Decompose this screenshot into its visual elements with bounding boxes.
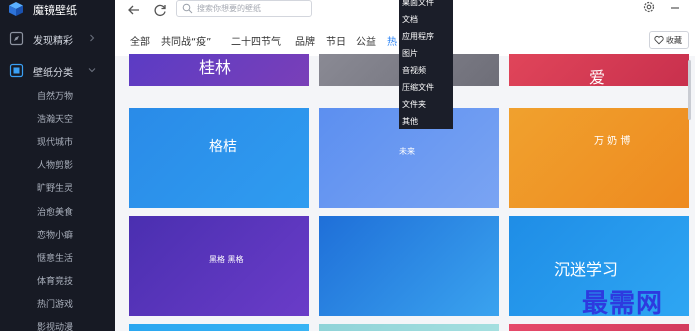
watermark: 最需网: [582, 289, 664, 319]
wallpaper-card[interactable]: 桂林: [129, 54, 309, 86]
wallpaper-card[interactable]: 黑格 黑格: [129, 216, 309, 316]
category-item[interactable]: 惬意生活: [37, 251, 73, 264]
sidebar-item-categories[interactable]: 壁纸分类: [0, 60, 115, 82]
wallpaper-card[interactable]: [319, 216, 499, 316]
menu-item-audio-video[interactable]: 音视频: [402, 65, 426, 76]
search-input[interactable]: 搜索你想要的壁纸: [197, 3, 261, 14]
wallpaper-card[interactable]: [509, 324, 689, 331]
wallpaper-title: 万 奶 博: [594, 136, 631, 147]
sidebar: 魔镜壁纸 发现精彩 壁纸分类 自然万物 浩瀚天空 现代城市 人物剪影 旷野生灵 …: [0, 0, 115, 331]
tab-festival[interactable]: 节日: [326, 33, 346, 48]
refresh-icon[interactable]: [152, 2, 168, 18]
tab-hot[interactable]: 热: [387, 33, 397, 48]
tab-brand[interactable]: 品牌: [295, 33, 315, 48]
menu-item-archives[interactable]: 压缩文件: [402, 82, 434, 93]
category-item[interactable]: 恋物小癖: [37, 228, 73, 241]
compass-icon: [9, 31, 24, 46]
category-item[interactable]: 旷野生灵: [37, 181, 73, 194]
wallpaper-card[interactable]: 格桔: [129, 108, 309, 208]
sidebar-item-discover[interactable]: 发现精彩: [0, 28, 115, 50]
file-type-dropdown: 桌面文件 文档 应用程序 图片 音视频 压缩文件 文件夹 其他: [399, 0, 453, 129]
sidebar-item-label: 壁纸分类: [33, 68, 73, 79]
menu-item-desktop-files[interactable]: 桌面文件: [402, 0, 434, 8]
wallpaper-card[interactable]: 爱: [509, 54, 689, 86]
tab-all[interactable]: 全部: [130, 33, 150, 48]
chevron-right-icon: [90, 34, 95, 42]
menu-item-applications[interactable]: 应用程序: [402, 31, 434, 42]
wallpaper-title: 黑格 黑格: [209, 255, 244, 264]
category-item[interactable]: 浩瀚天空: [37, 112, 73, 125]
wallpaper-card[interactable]: [319, 324, 499, 331]
wallpaper-title: 爱: [589, 68, 606, 86]
brand: 魔镜壁纸: [0, 0, 115, 20]
menu-item-folders[interactable]: 文件夹: [402, 99, 426, 110]
back-arrow-icon[interactable]: [126, 2, 142, 18]
favorite-label: 收藏: [666, 36, 682, 45]
wallpaper-title: 桂林: [199, 58, 232, 77]
sidebar-item-label: 发现精彩: [33, 36, 73, 47]
tab-solar-terms[interactable]: 二十四节气: [231, 33, 281, 48]
gear-icon[interactable]: [642, 0, 656, 14]
category-item[interactable]: 自然万物: [37, 89, 73, 102]
wallpaper-title: 沉迷学习: [554, 260, 619, 279]
category-item[interactable]: 人物剪影: [37, 158, 73, 171]
minimize-icon[interactable]: [669, 0, 681, 14]
chevron-down-icon: [88, 68, 96, 73]
tab-charity[interactable]: 公益: [356, 33, 376, 48]
menu-item-documents[interactable]: 文档: [402, 14, 418, 25]
search-icon: [182, 3, 193, 14]
category-icon: [9, 63, 24, 78]
category-item[interactable]: 体育竞技: [37, 274, 73, 287]
search-box[interactable]: 搜索你想要的壁纸: [176, 0, 312, 17]
wallpaper-title: 格桔: [209, 139, 237, 155]
category-item[interactable]: 治愈美食: [37, 205, 73, 218]
wallpaper-title: 未来: [399, 147, 415, 156]
category-item[interactable]: 热门游戏: [37, 297, 73, 310]
app-window: 魔镜壁纸 发现精彩 壁纸分类 自然万物 浩瀚天空 现代城市 人物剪影 旷野生灵 …: [0, 0, 695, 331]
category-item[interactable]: 影视动漫: [37, 320, 73, 331]
app-logo-icon: [9, 2, 23, 16]
app-title: 魔镜壁纸: [33, 4, 77, 17]
category-item[interactable]: 现代城市: [37, 135, 73, 148]
menu-item-other[interactable]: 其他: [402, 116, 418, 127]
menu-item-images[interactable]: 图片: [402, 48, 418, 59]
wallpaper-card[interactable]: [129, 324, 309, 331]
heart-icon: [654, 35, 664, 45]
scrollbar[interactable]: [688, 60, 691, 120]
wallpaper-card[interactable]: 万 奶 博: [509, 108, 689, 208]
favorite-button[interactable]: 收藏: [649, 31, 689, 49]
tab-fight-epidemic[interactable]: 共同战“疫”: [161, 33, 211, 48]
